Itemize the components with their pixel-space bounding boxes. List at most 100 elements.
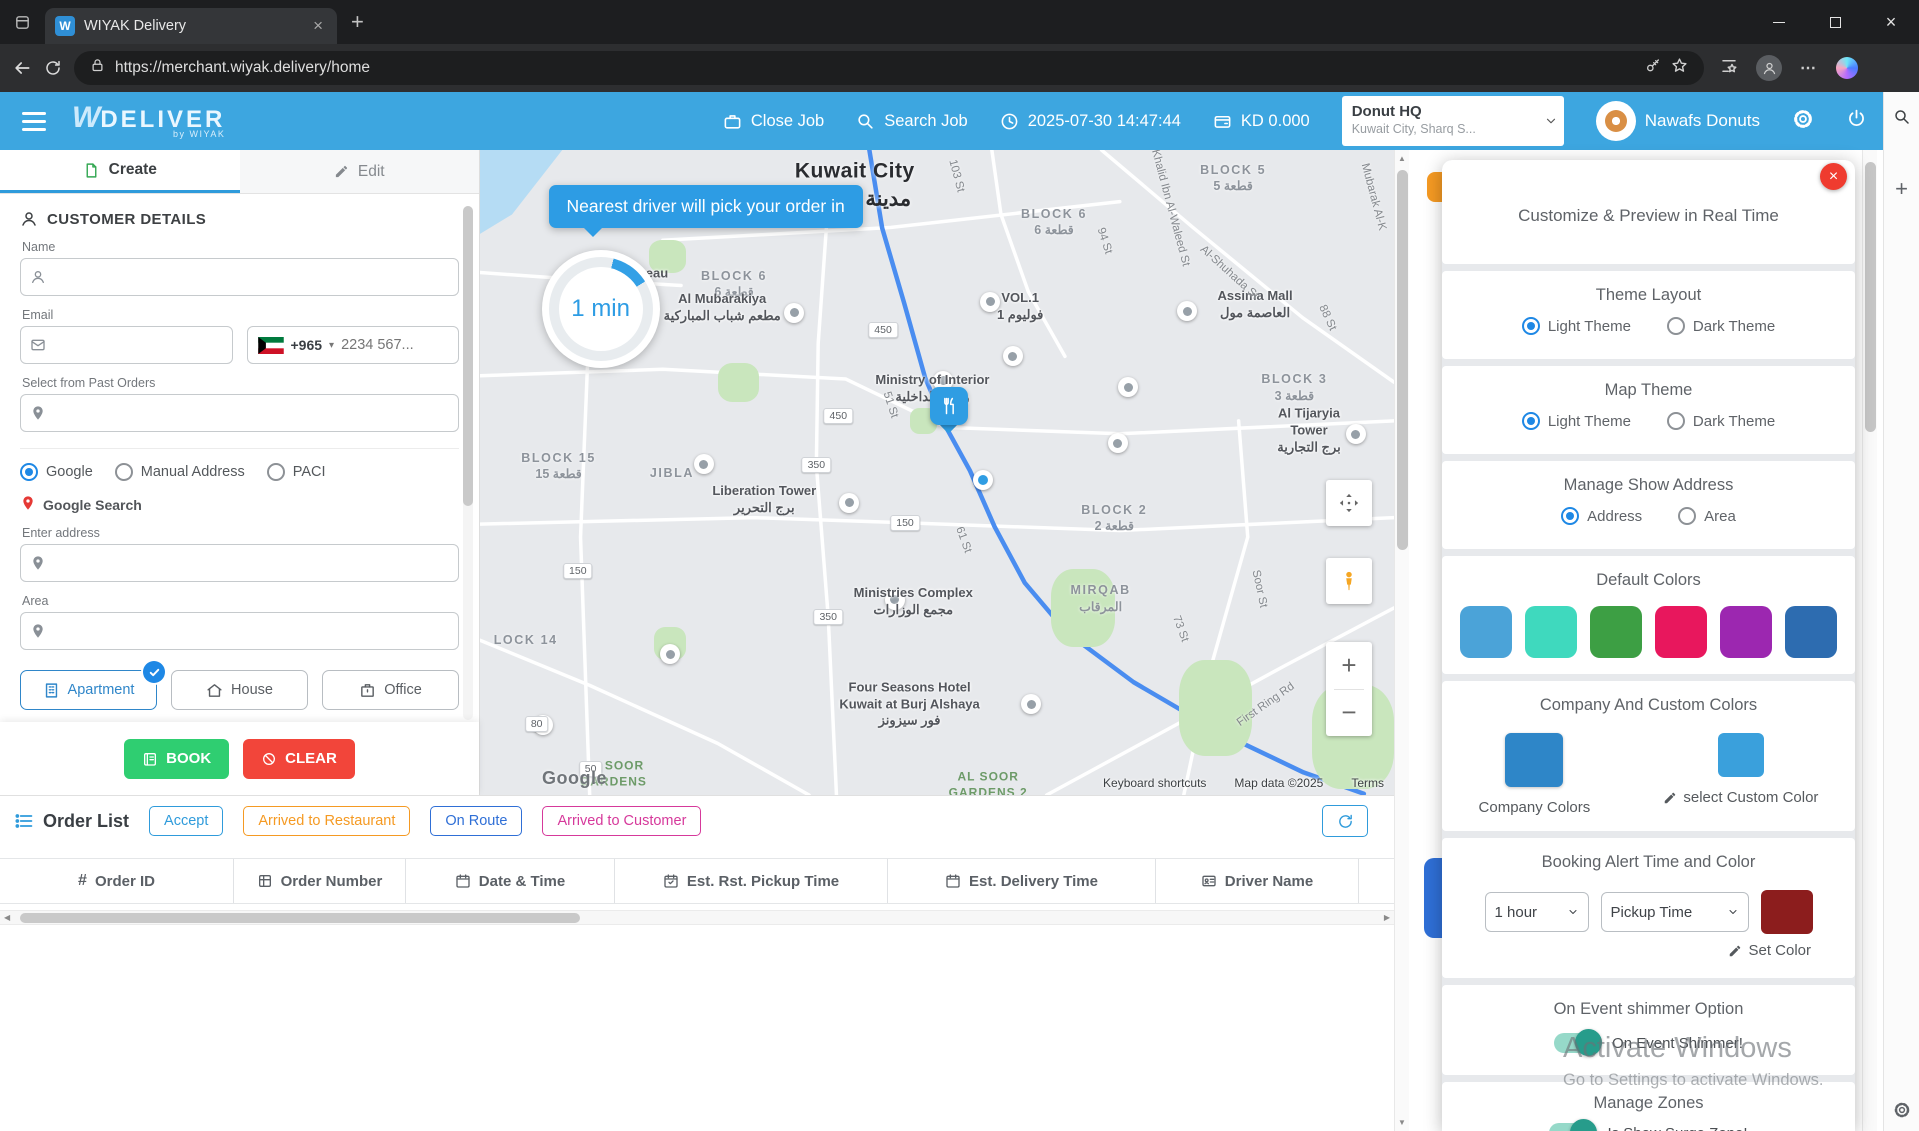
branch-selector[interactable]: Donut HQ Kuwait City, Sharq S... [1342,96,1564,146]
filter-arrived-customer[interactable]: Arrived to Customer [542,806,701,836]
column-est-delivery[interactable]: Est. Delivery Time [888,859,1156,903]
zoom-out-button[interactable]: − [1326,690,1372,737]
page-scroll-thumb[interactable] [1865,162,1876,432]
surge-zone-toggle[interactable] [1549,1123,1595,1131]
url-text[interactable]: https://merchant.wiyak.delivery/home [115,59,1635,77]
lock-icon[interactable] [90,58,105,78]
tab-edit[interactable]: Edit [240,150,480,193]
browser-menu-icon[interactable]: ⋯ [1800,58,1818,78]
custom-color-caption[interactable]: select Custom Color [1663,789,1818,806]
map-light-radio[interactable]: Light Theme [1522,412,1631,430]
url-bar[interactable]: https://merchant.wiyak.delivery/home [74,51,1704,85]
browser-profile-avatar[interactable] [1756,55,1782,81]
column-order-id[interactable]: # Order ID [0,859,234,903]
area-input[interactable] [55,613,458,649]
logout-power-icon[interactable] [1846,108,1867,134]
refresh-orders-button[interactable] [1322,805,1368,837]
favorites-bar-icon[interactable] [1720,57,1738,80]
booking-time-select[interactable]: 1 hour [1485,892,1589,932]
wallet-balance[interactable]: KD 0.000 [1213,112,1310,131]
back-icon[interactable] [12,58,32,78]
pegman-icon[interactable] [1326,558,1372,604]
window-close-button[interactable]: × [1863,0,1919,44]
color-swatch[interactable] [1720,606,1772,658]
radio-manual-address[interactable]: Manual Address [115,463,245,481]
panel-close-icon[interactable]: × [1820,163,1847,190]
browser-tab[interactable]: W WIYAK Delivery × [45,8,337,44]
building-office-button[interactable]: Office [322,670,459,710]
set-color-action[interactable]: Set Color [1442,942,1811,959]
map-pan-control[interactable] [1326,480,1372,526]
column-driver-name[interactable]: Driver Name [1156,859,1359,903]
app-logo[interactable]: W DELIVER by WIYAK [72,103,225,139]
zoom-in-button[interactable]: + [1326,642,1372,689]
sidebar-settings-gear-icon[interactable] [1893,1101,1911,1119]
scroll-up-arrow-icon[interactable]: ▲ [1395,150,1409,167]
tab-actions-icon[interactable] [14,14,31,31]
shimmer-toggle[interactable] [1554,1033,1600,1053]
filter-accept[interactable]: Accept [149,806,223,836]
scroll-left-arrow-icon[interactable]: ◀ [4,913,10,922]
close-job-button[interactable]: Close Job [723,112,824,131]
company-color-swatch[interactable] [1505,733,1563,787]
vertical-scroll-thumb[interactable] [1397,170,1408,550]
custom-color-swatch[interactable] [1718,733,1764,777]
window-minimize-button[interactable] [1751,0,1807,44]
address-input[interactable] [55,545,458,581]
color-swatch[interactable] [1785,606,1837,658]
bookmark-star-icon[interactable] [1671,57,1688,79]
hamburger-menu-icon[interactable] [16,108,52,135]
book-button[interactable]: BOOK [124,739,229,779]
terms-link[interactable]: Terms [1351,776,1384,790]
refresh-icon[interactable] [44,59,62,77]
phone-country-code[interactable]: +965 [291,337,323,353]
user-menu[interactable]: Nawafs Donuts [1596,101,1760,141]
scroll-down-arrow-icon[interactable]: ▼ [1395,1114,1409,1131]
scroll-right-arrow-icon[interactable]: ▶ [1384,913,1390,922]
radio-paci[interactable]: PACI [267,463,326,481]
building-apartment-button[interactable]: Apartment [20,670,157,710]
copilot-icon[interactable] [1836,57,1858,79]
radio-google[interactable]: Google [20,463,93,481]
color-swatch[interactable] [1525,606,1577,658]
horizontal-scroll-thumb[interactable] [20,913,580,923]
booking-type-select[interactable]: Pickup Time [1601,892,1749,932]
name-input[interactable] [55,259,458,295]
phone-input[interactable] [341,337,448,353]
column-date-time[interactable]: Date & Time [406,859,615,903]
restaurant-pin[interactable] [930,387,968,431]
area-radio[interactable]: Area [1678,507,1736,525]
column-order-number[interactable]: Order Number [234,859,406,903]
keyboard-shortcuts-link[interactable]: Keyboard shortcuts [1103,776,1206,790]
page-vertical-scrollbar[interactable] [1862,150,1877,1131]
sidebar-search-icon[interactable] [1893,108,1911,126]
destination-dot-marker[interactable] [973,470,993,490]
tab-create[interactable]: Create [0,150,240,193]
filter-arrived-restaurant[interactable]: Arrived to Restaurant [243,806,410,836]
clear-button[interactable]: CLEAR [243,739,355,779]
settings-gear-icon[interactable] [1792,108,1814,135]
color-swatch[interactable] [1590,606,1642,658]
theme-dark-radio[interactable]: Dark Theme [1667,317,1775,335]
password-key-icon[interactable] [1645,58,1661,79]
color-swatch[interactable] [1460,606,1512,658]
phone-field[interactable]: +965 ▾ [247,326,460,364]
sidebar-add-icon[interactable]: + [1895,176,1908,202]
building-house-button[interactable]: House [171,670,308,710]
address-radio[interactable]: Address [1561,507,1642,525]
past-orders-input[interactable] [55,395,458,431]
left-panel-scrollbar[interactable] [463,206,473,720]
booking-color-swatch[interactable] [1761,890,1813,934]
filter-on-route[interactable]: On Route [430,806,522,836]
email-input[interactable] [55,327,232,363]
color-swatch[interactable] [1655,606,1707,658]
search-job-button[interactable]: Search Job [856,112,967,131]
new-tab-button[interactable]: + [351,9,364,35]
orders-horizontal-scrollbar[interactable]: ◀ ▶ [0,910,1394,925]
map-dark-radio[interactable]: Dark Theme [1667,412,1775,430]
window-maximize-button[interactable] [1807,0,1863,44]
map-canvas[interactable]: Kuwait City مدينة الكويتBLOCK 5 قطعة 5BL… [480,150,1394,795]
column-est-pickup[interactable]: Est. Rst. Pickup Time [615,859,888,903]
tab-close-icon[interactable]: × [309,16,327,36]
content-vertical-scrollbar[interactable]: ▲ ▼ [1394,150,1409,1131]
